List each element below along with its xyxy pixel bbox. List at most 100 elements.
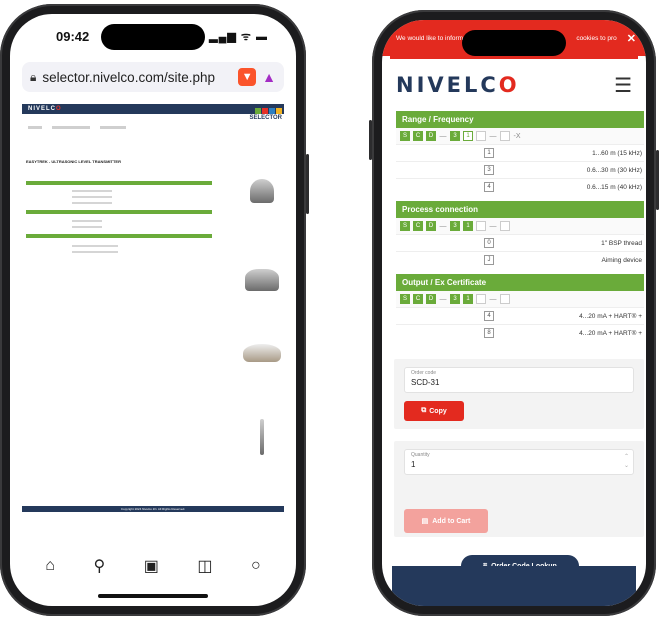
code-chip: S — [400, 294, 410, 304]
option-row[interactable]: J Aiming device — [396, 251, 644, 268]
option-code[interactable]: 3 — [484, 165, 494, 175]
url-text[interactable]: selector.nivelco.com/site.php — [42, 70, 232, 85]
left-screen: 09:42 ▂▄▆ ᯤ ▬ 🔒︎ selector.nivelco.com/si… — [10, 14, 296, 606]
code-chip: D — [426, 131, 436, 141]
section-title: Process connection — [396, 201, 644, 218]
search-icon[interactable]: ⚲ — [93, 556, 105, 576]
option-label: 0.6...15 m (40 kHz) — [586, 183, 642, 191]
code-chip: 3 — [450, 294, 460, 304]
option-label: Aiming device — [601, 256, 642, 264]
code-chip — [500, 294, 510, 304]
code-chip: D — [426, 294, 436, 304]
home-indicator[interactable] — [98, 594, 208, 598]
home-icon[interactable]: ⌂ — [45, 557, 55, 575]
code-chip — [476, 294, 486, 304]
code-chip: 1 — [463, 294, 473, 304]
mini-footer: Copyright 2024 Nivelco Zrt. All Rights R… — [22, 506, 284, 512]
code-chip — [476, 131, 486, 141]
code-chip: C — [413, 131, 423, 141]
mini-green-bar — [26, 181, 212, 185]
product-image[interactable] — [240, 344, 284, 368]
code-chip: C — [413, 294, 423, 304]
option-code[interactable]: 4 — [484, 311, 494, 321]
option-row[interactable]: 4 0.6...15 m (40 kHz) — [396, 178, 644, 195]
code-chip: — — [439, 222, 447, 230]
code-chip: 1 — [463, 131, 473, 141]
mini-logo: NIVELCO — [28, 106, 62, 112]
code-chip: — — [489, 132, 497, 140]
config-section: Process connection S C D —3 1—0 1" BSP thread J… — [396, 201, 644, 268]
option-row[interactable]: 4 4...20 mA + HART® + — [396, 307, 644, 324]
option-row[interactable]: 3 0.6...30 m (30 kHz) — [396, 161, 644, 178]
copy-button[interactable]: ⧉ Copy — [404, 401, 464, 421]
option-row[interactable]: 8 4...20 mA + HART® + — [396, 324, 644, 341]
order-code-field[interactable]: Order code SCD-31 — [404, 367, 634, 393]
option-label: 4...20 mA + HART® + — [579, 312, 642, 320]
product-image[interactable] — [240, 179, 284, 209]
quantity-field[interactable]: Quantity 1 ⌃ ⌄ — [404, 449, 634, 475]
add-to-cart-label: Add to Cart — [432, 517, 471, 525]
configurator: Range / Frequency S C D —3 1— -X 1 1...60 m (15 … — [382, 111, 646, 577]
mini-green-bar — [26, 210, 212, 214]
playlist-icon[interactable]: ▣ — [144, 556, 159, 576]
section-title: Output / Ex Certificate — [396, 274, 644, 291]
option-code[interactable]: 8 — [484, 328, 494, 338]
config-section: Output / Ex Certificate S C D —3 1—4 4...20 mA… — [396, 274, 644, 341]
mini-webpage: NIVELCO SELECTOR EASYTREK - ULTRASONIC L… — [22, 104, 284, 512]
option-code[interactable]: 1 — [484, 148, 494, 158]
code-chip — [476, 221, 486, 231]
code-chip — [500, 221, 510, 231]
order-code-value: SCD-31 — [411, 378, 440, 387]
option-row[interactable]: 1 1...60 m (15 kHz) — [396, 144, 644, 161]
option-label: 1...60 m (15 kHz) — [592, 149, 642, 157]
option-code[interactable]: 4 — [484, 182, 494, 192]
config-section: Range / Frequency S C D —3 1— -X 1 1...60 m (15 … — [396, 111, 644, 195]
option-row[interactable]: 0 1" BSP thread — [396, 234, 644, 251]
mini-header: NIVELCO — [22, 104, 284, 114]
product-image[interactable] — [240, 419, 284, 461]
quantity-stepper[interactable]: ⌃ ⌄ — [624, 453, 629, 471]
tabs-icon[interactable]: ○ — [251, 557, 261, 575]
code-chip: -X — [513, 132, 521, 140]
mini-row — [72, 226, 102, 228]
option-label: 1" BSP thread — [601, 239, 642, 247]
order-code-card: Order code SCD-31 ⧉ Copy — [394, 359, 644, 429]
code-chip: 1 — [463, 221, 473, 231]
code-chip: S — [400, 221, 410, 231]
browser-toolbar: ⌂ ⚲ ▣ ◫ ○ — [10, 548, 296, 584]
selector-logo: SELECTOR — [249, 108, 282, 121]
brave-shield-icon[interactable]: ▼ — [238, 68, 257, 86]
cart-card: Quantity 1 ⌃ ⌄ ▤ Add to Cart — [394, 441, 644, 537]
site-header: NIVELCO ☰ — [382, 59, 646, 111]
brave-rewards-icon[interactable]: ▲ — [262, 69, 276, 85]
mini-row — [72, 190, 112, 192]
mini-title: EASYTREK - ULTRASONIC LEVEL TRANSMITTER — [26, 159, 121, 164]
add-to-cart-button[interactable]: ▤ Add to Cart — [404, 509, 488, 533]
option-code[interactable]: 0 — [484, 238, 494, 248]
mini-row — [72, 196, 112, 198]
product-image[interactable] — [240, 269, 284, 297]
option-code[interactable]: J — [484, 255, 494, 265]
section-title: Range / Frequency — [396, 111, 644, 128]
code-chips: S C D —3 1— — [396, 218, 644, 234]
close-icon[interactable]: ✕ — [627, 32, 636, 45]
stage: 09:42 ▂▄▆ ᯤ ▬ 🔒︎ selector.nivelco.com/si… — [0, 0, 659, 620]
code-chip: — — [439, 132, 447, 140]
copy-label: Copy — [429, 407, 447, 415]
left-phone: 09:42 ▂▄▆ ᯤ ▬ 🔒︎ selector.nivelco.com/si… — [0, 4, 309, 616]
code-chip — [500, 131, 510, 141]
code-chip: — — [489, 295, 497, 303]
url-bar[interactable]: 🔒︎ selector.nivelco.com/site.php ▼ ▲ — [22, 62, 284, 92]
mini-row — [72, 202, 112, 204]
copy-icon: ⧉ — [421, 407, 427, 414]
code-chip: 3 — [450, 221, 460, 231]
status-time: 09:42 — [56, 28, 90, 44]
nivelco-logo[interactable]: NIVELCO — [396, 73, 520, 97]
right-screen: We would like to inform cookies to pro ✕… — [382, 20, 646, 606]
wallet-icon[interactable]: ◫ — [197, 556, 212, 576]
menu-icon[interactable]: ☰ — [614, 73, 632, 98]
site-footer — [392, 566, 636, 606]
code-chip: S — [400, 131, 410, 141]
code-chip: 3 — [450, 131, 460, 141]
cookie-text: We would like to inform — [396, 34, 464, 42]
